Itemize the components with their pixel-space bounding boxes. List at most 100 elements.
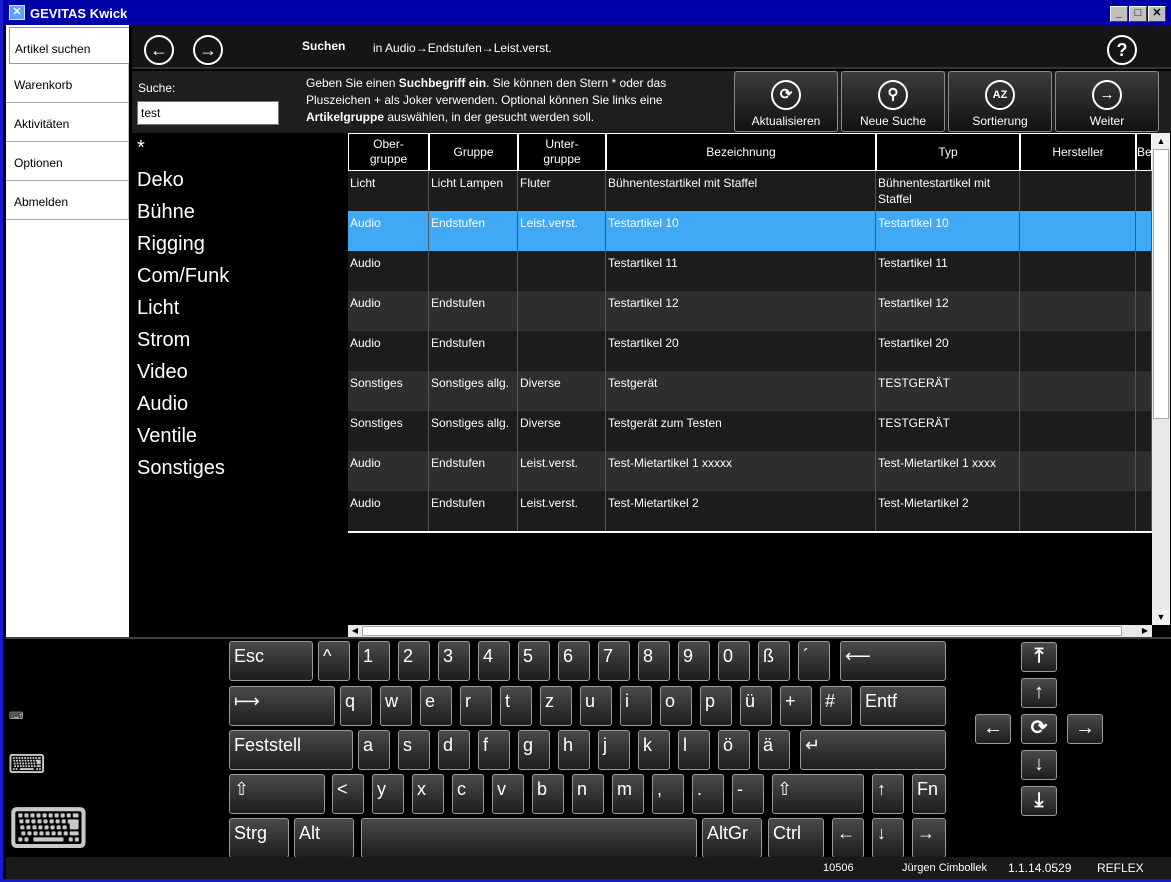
key-´[interactable]: ´ xyxy=(798,641,830,681)
key-u[interactable]: u xyxy=(580,686,612,726)
key-entf[interactable]: Entf xyxy=(860,686,946,726)
scroll-up-icon[interactable]: ▲ xyxy=(1152,133,1170,149)
key-esc[interactable]: Esc xyxy=(229,641,313,681)
key-ö[interactable]: ö xyxy=(718,730,750,770)
key-alt[interactable]: Alt xyxy=(294,818,354,858)
key-space[interactable] xyxy=(361,818,697,858)
group-item[interactable]: Sonstiges xyxy=(132,457,344,489)
column-header-obergruppe[interactable]: Ober-gruppe xyxy=(348,133,429,171)
column-header-be[interactable]: Be xyxy=(1136,133,1152,171)
key-b[interactable]: b xyxy=(532,774,564,814)
search-input[interactable]: test xyxy=(137,101,279,125)
key-9[interactable]: 9 xyxy=(678,641,710,681)
table-row[interactable]: Sonstiges Sonstiges allg. Diverse Testgerät… xyxy=(348,371,1152,411)
nav-item-aktivitaeten[interactable]: Aktivitäten xyxy=(6,103,129,142)
key-6[interactable]: 6 xyxy=(558,641,590,681)
key-up[interactable]: ↑ xyxy=(872,774,904,814)
key-enter[interactable]: ↵ xyxy=(800,730,946,770)
table-row[interactable]: Audio Endstufen Testartikel 20 Testartikel … xyxy=(348,331,1152,371)
key-q[interactable]: q xyxy=(340,686,372,726)
new-search-button[interactable]: ⚲ Neue Suche xyxy=(841,71,945,132)
nav-right-key[interactable]: → xyxy=(1067,714,1103,744)
key-down[interactable]: ↓ xyxy=(872,818,904,858)
key-backspace[interactable]: ⟵ xyxy=(840,641,946,681)
key-3[interactable]: 3 xyxy=(438,641,470,681)
minimize-button[interactable]: _ xyxy=(1110,6,1128,22)
column-header-typ[interactable]: Typ xyxy=(876,133,1020,171)
keyboard-small-icon[interactable]: ⌨ xyxy=(9,711,23,722)
forward-button[interactable]: → xyxy=(193,35,223,65)
key-k[interactable]: k xyxy=(638,730,670,770)
key-strg[interactable]: Strg xyxy=(229,818,289,858)
key-tab[interactable]: ⟼ xyxy=(229,686,335,726)
group-item[interactable]: Strom xyxy=(132,329,344,361)
table-row[interactable]: Audio Endstufen Testartikel 12 Testartikel … xyxy=(348,291,1152,331)
maximize-button[interactable]: □ xyxy=(1129,6,1147,22)
key-x[interactable]: x xyxy=(412,774,444,814)
horizontal-scrollbar[interactable]: ◀ ▶ xyxy=(348,625,1152,637)
key-shift[interactable]: ⇧ xyxy=(772,774,864,814)
key-left[interactable]: ← xyxy=(832,818,864,858)
key-#[interactable]: # xyxy=(820,686,852,726)
scroll-left-icon[interactable]: ◀ xyxy=(348,625,362,637)
key-right[interactable]: → xyxy=(912,818,946,858)
close-button[interactable]: ✕ xyxy=(1148,6,1166,22)
scroll-down-icon[interactable]: ▼ xyxy=(1152,609,1170,625)
key-i[interactable]: i xyxy=(620,686,652,726)
scroll-right-icon[interactable]: ▶ xyxy=(1138,625,1152,637)
group-item[interactable]: Rigging xyxy=(132,233,344,265)
key-4[interactable]: 4 xyxy=(478,641,510,681)
key-o[interactable]: o xyxy=(660,686,692,726)
group-item[interactable]: Audio xyxy=(132,393,344,425)
key-7[interactable]: 7 xyxy=(598,641,630,681)
column-header-bezeichnung[interactable]: Bezeichnung xyxy=(606,133,876,171)
nav-bottom-key[interactable]: ⤓ xyxy=(1021,786,1057,816)
key--[interactable]: - xyxy=(732,774,764,814)
column-header-untergruppe[interactable]: Unter-gruppe xyxy=(518,133,606,171)
nav-left-key[interactable]: ← xyxy=(975,714,1011,744)
table-row[interactable]: Sonstiges Sonstiges allg. Diverse Testgerät… xyxy=(348,411,1152,451)
key-z[interactable]: z xyxy=(540,686,572,726)
nav-item-abmelden[interactable]: Abmelden xyxy=(6,181,129,220)
nav-top-key[interactable]: ⤒ xyxy=(1021,642,1057,672)
table-row[interactable]: Audio Testartikel 11 Testartikel 11 xyxy=(348,251,1152,291)
scrollbar-thumb[interactable] xyxy=(1153,149,1169,419)
key-fn[interactable]: Fn xyxy=(912,774,946,814)
table-row[interactable]: Audio Endstufen Leist.verst. Test-Mietartik… xyxy=(348,451,1152,491)
nav-down-key[interactable]: ↓ xyxy=(1021,750,1057,780)
key-c[interactable]: c xyxy=(452,774,484,814)
key-h[interactable]: h xyxy=(558,730,590,770)
table-row[interactable]: Audio Endstufen Leist.verst. Test-Mietartik… xyxy=(348,491,1152,531)
key-g[interactable]: g xyxy=(518,730,550,770)
key-p[interactable]: p xyxy=(700,686,732,726)
group-item[interactable]: Licht xyxy=(132,297,344,329)
column-header-gruppe[interactable]: Gruppe xyxy=(429,133,518,171)
key-w[interactable]: w xyxy=(380,686,412,726)
key-s[interactable]: s xyxy=(398,730,430,770)
table-row[interactable]: Licht Licht Lampen Fluter Bühnentestartikel… xyxy=(348,171,1152,211)
nav-item-warenkorb[interactable]: Warenkorb xyxy=(6,64,129,103)
key-v[interactable]: v xyxy=(492,774,524,814)
help-button[interactable]: ? xyxy=(1107,35,1137,65)
group-item[interactable]: Deko xyxy=(132,169,344,201)
group-item[interactable]: Ventile xyxy=(132,425,344,457)
group-item[interactable]: * xyxy=(132,133,344,169)
group-item[interactable]: Com/Funk xyxy=(132,265,344,297)
key-feststell[interactable]: Feststell xyxy=(229,730,353,770)
key-f[interactable]: f xyxy=(478,730,510,770)
key-altgr[interactable]: AltGr xyxy=(702,818,762,858)
key-j[interactable]: j xyxy=(598,730,630,770)
key-^[interactable]: ^ xyxy=(318,641,350,681)
nav-item-optionen[interactable]: Optionen xyxy=(6,142,129,181)
key-shift[interactable]: ⇧ xyxy=(229,774,325,814)
next-button[interactable]: → Weiter xyxy=(1055,71,1159,132)
key-l[interactable]: l xyxy=(678,730,710,770)
keyboard-large-icon[interactable]: ⌨ xyxy=(8,801,89,857)
key-t[interactable]: t xyxy=(500,686,532,726)
key-a[interactable]: a xyxy=(358,730,390,770)
key-<[interactable]: < xyxy=(332,774,364,814)
key-m[interactable]: m xyxy=(612,774,644,814)
nav-up-key[interactable]: ↑ xyxy=(1021,678,1057,708)
key-.[interactable]: . xyxy=(692,774,724,814)
key-8[interactable]: 8 xyxy=(638,641,670,681)
